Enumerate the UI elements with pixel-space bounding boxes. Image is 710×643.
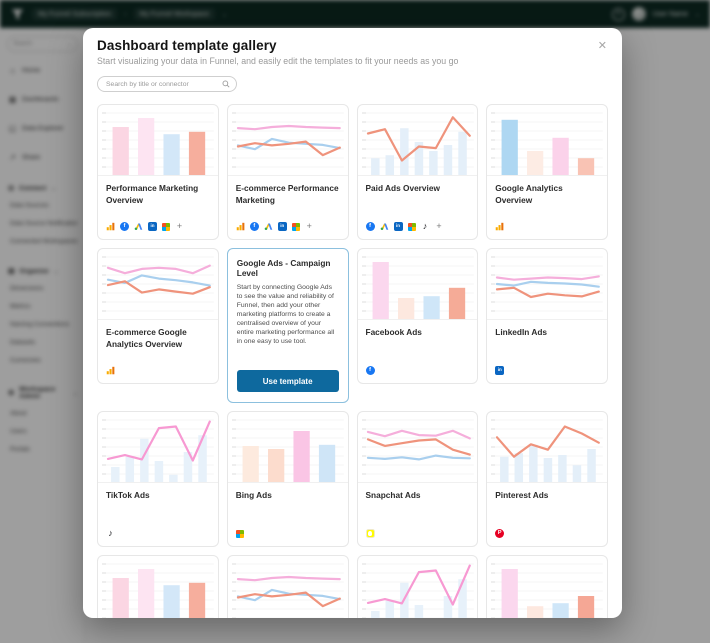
google-ads-icon <box>380 222 389 231</box>
google-ads-icon <box>264 222 273 231</box>
microsoft-icon <box>292 223 300 231</box>
microsoft-icon <box>236 530 244 538</box>
connector-icons <box>495 222 599 231</box>
template-title: Bing Ads <box>236 490 340 502</box>
linkedin-icon: in <box>278 222 287 231</box>
template-card[interactable]: Snapchat Ads <box>357 411 479 547</box>
template-card[interactable]: Youtube Organic <box>357 555 479 618</box>
template-search <box>97 76 237 92</box>
microsoft-icon <box>162 223 170 231</box>
snapchat-icon <box>366 529 375 538</box>
template-chart-thumbnail <box>98 249 218 320</box>
connector-icons: f in + <box>106 222 210 231</box>
template-card[interactable]: Pinterest Ads P <box>486 411 608 547</box>
selected-template-title: Google Ads - Campaign Level <box>237 258 339 278</box>
plus-icon: + <box>175 222 184 231</box>
template-card[interactable]: Bing Ads <box>227 411 349 547</box>
google-analytics-icon <box>106 366 115 375</box>
template-search-input[interactable] <box>104 80 218 89</box>
plus-icon: + <box>305 222 314 231</box>
connector-icons: f <box>366 366 470 375</box>
connector-icons <box>236 530 340 538</box>
template-chart-thumbnail <box>487 249 607 320</box>
template-title: Facebook Ads <box>366 327 470 339</box>
tiktok-icon: ♪ <box>106 529 115 538</box>
use-template-button[interactable]: Use template <box>237 370 339 392</box>
facebook-icon: f <box>250 222 259 231</box>
template-chart-thumbnail <box>228 556 348 618</box>
dashboard-template-gallery-modal: ✕ Dashboard template gallery Start visua… <box>83 28 622 618</box>
facebook-icon: f <box>366 222 375 231</box>
template-grid: Performance Marketing Overview f in + E-co… <box>97 104 608 618</box>
selected-template-description: Start by connecting Google Ads to see th… <box>237 283 339 346</box>
template-title: Google Analytics Overview <box>495 183 599 206</box>
tiktok-icon: ♪ <box>421 222 430 231</box>
template-title: E-commerce Performance Marketing <box>236 183 340 206</box>
connector-icons <box>366 529 470 538</box>
connector-icons: in <box>495 366 599 375</box>
connector-icons: f in ♪ + <box>366 222 470 231</box>
template-chart-thumbnail <box>98 412 218 483</box>
modal-subtitle: Start visualizing your data in Funnel, a… <box>97 56 608 66</box>
linkedin-icon: in <box>148 222 157 231</box>
template-title: Snapchat Ads <box>366 490 470 502</box>
template-chart-thumbnail <box>358 249 478 320</box>
google-analytics-icon <box>495 222 504 231</box>
template-chart-thumbnail <box>98 556 218 618</box>
template-title: Pinterest Ads <box>495 490 599 502</box>
template-card[interactable]: Google Analytics Overview <box>486 104 608 240</box>
modal-title: Dashboard template gallery <box>97 38 608 53</box>
template-card[interactable]: Shopify Overview <box>486 555 608 618</box>
linkedin-icon: in <box>495 366 504 375</box>
template-card[interactable]: X Ads <box>227 555 349 618</box>
search-icon <box>222 80 230 88</box>
facebook-icon: f <box>120 222 129 231</box>
template-chart-thumbnail <box>358 412 478 483</box>
template-card[interactable]: E-commerce Performance Marketing f in + <box>227 104 349 240</box>
template-chart-thumbnail <box>487 556 607 618</box>
google-analytics-icon <box>106 222 115 231</box>
template-card[interactable]: LinkedIn Ads in <box>486 248 608 384</box>
facebook-icon: f <box>366 366 375 375</box>
template-chart-thumbnail <box>358 105 478 176</box>
template-chart-thumbnail <box>487 412 607 483</box>
close-icon[interactable]: ✕ <box>596 39 609 54</box>
template-chart-thumbnail <box>487 105 607 176</box>
connector-icons: f in + <box>236 222 340 231</box>
plus-icon: + <box>435 222 444 231</box>
connector-icons <box>106 366 210 375</box>
template-chart-thumbnail <box>358 556 478 618</box>
template-card[interactable]: Paid Ads Overview f in ♪ + <box>357 104 479 240</box>
pinterest-icon: P <box>495 529 504 538</box>
template-chart-thumbnail <box>228 412 348 483</box>
template-card[interactable]: Performance Marketing Overview f in + <box>97 104 219 240</box>
connector-icons: ♪ <box>106 529 210 538</box>
connector-icons: P <box>495 529 599 538</box>
google-ads-icon <box>134 222 143 231</box>
template-card[interactable]: Facebook Ads f <box>357 248 479 384</box>
selected-template-card: Google Ads - Campaign Level Start by conn… <box>227 248 349 403</box>
template-card[interactable]: TikTok Ads ♪ <box>97 411 219 547</box>
linkedin-icon: in <box>394 222 403 231</box>
template-title: LinkedIn Ads <box>495 327 599 339</box>
template-card[interactable]: E-commerce Google Analytics Overview <box>97 248 219 384</box>
template-title: E-commerce Google Analytics Overview <box>106 327 210 350</box>
template-title: TikTok Ads <box>106 490 210 502</box>
template-chart-thumbnail <box>98 105 218 176</box>
template-title: Performance Marketing Overview <box>106 183 210 206</box>
microsoft-icon <box>408 223 416 231</box>
google-analytics-icon <box>236 222 245 231</box>
template-chart-thumbnail <box>228 105 348 176</box>
template-title: Paid Ads Overview <box>366 183 470 195</box>
template-card[interactable]: Amazon Ads <box>97 555 219 618</box>
